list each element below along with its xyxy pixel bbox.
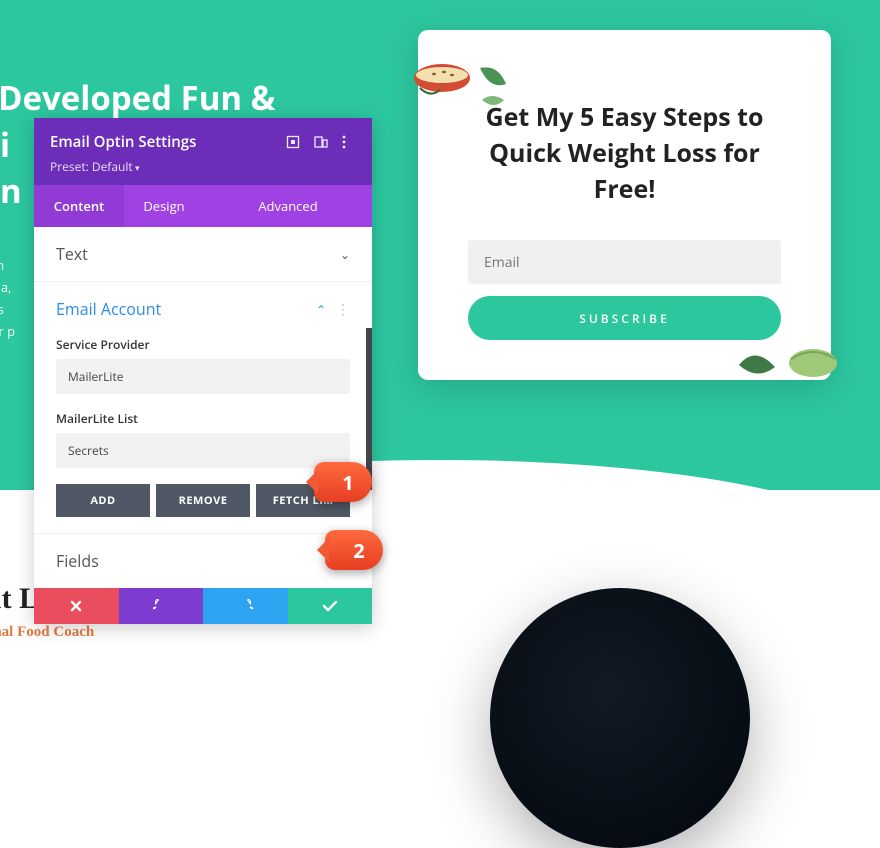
- chevron-up-icon: ⌃: [316, 301, 326, 318]
- panel-title: Email Optin Settings: [50, 132, 196, 152]
- tab-content[interactable]: Content: [34, 185, 124, 227]
- fruit-illustration-bottom-right: [729, 325, 839, 385]
- section-email-toggle[interactable]: Email Account ⌃ ⋮: [56, 298, 350, 320]
- hero-line1: e Developed Fun &: [0, 75, 275, 120]
- tab-design[interactable]: Design: [124, 185, 204, 227]
- section-fields-toggle[interactable]: Fields ⌄: [56, 550, 350, 572]
- chevron-down-icon: ⌄: [340, 246, 350, 263]
- annotation-badge-1: 1: [314, 462, 372, 502]
- optin-heading-l2: Quick Weight Loss for Free!: [489, 136, 760, 206]
- more-icon[interactable]: [342, 135, 356, 149]
- save-check-icon: [322, 600, 338, 612]
- panel-header[interactable]: Email Optin Settings Preset: Default: [34, 118, 372, 185]
- undo-button[interactable]: [119, 588, 204, 624]
- list-label: MailerLite List: [56, 410, 350, 427]
- optin-heading-l1: Get My 5 Easy Steps to: [485, 100, 763, 134]
- undo-icon: [153, 599, 169, 613]
- tab-advanced[interactable]: Advanced: [204, 185, 372, 227]
- panel-tabs: Content Design Advanced: [34, 185, 372, 227]
- section-email-title: Email Account: [56, 298, 161, 320]
- provider-select[interactable]: MailerLite: [56, 359, 350, 394]
- redo-button[interactable]: [203, 588, 288, 624]
- panel-body: Text ⌄ Email Account ⌃ ⋮ Service Provide…: [34, 227, 372, 588]
- panel-footer: [34, 588, 372, 624]
- annotation-badge-2: 2: [325, 530, 383, 570]
- list-select[interactable]: Secrets: [56, 433, 350, 468]
- add-button[interactable]: ADD: [56, 484, 150, 517]
- avatar-circle: [490, 588, 750, 848]
- focus-icon[interactable]: [286, 135, 300, 149]
- section-more-icon[interactable]: ⋮: [336, 300, 350, 319]
- hero-line3: lan: [0, 168, 22, 213]
- preset-dropdown[interactable]: Preset: Default: [50, 158, 356, 175]
- close-button[interactable]: [34, 588, 119, 624]
- about-subheading: ssional Food Coach: [0, 624, 123, 641]
- responsive-icon[interactable]: [314, 135, 328, 149]
- section-text-toggle[interactable]: Text ⌄: [56, 243, 350, 265]
- section-fields-title: Fields: [56, 550, 99, 572]
- remove-button[interactable]: REMOVE: [156, 484, 250, 517]
- section-text-title: Text: [56, 243, 88, 265]
- scrollbar[interactable]: [366, 328, 372, 490]
- fruit-illustration-top-left: [412, 60, 522, 120]
- section-text: Text ⌄: [34, 227, 372, 282]
- hero-line2: ali: [0, 122, 10, 167]
- close-icon: [69, 599, 83, 613]
- provider-label: Service Provider: [56, 336, 350, 353]
- optin-card: Get My 5 Easy Steps to Quick Weight Loss…: [418, 30, 831, 380]
- email-input[interactable]: [468, 240, 781, 284]
- save-button[interactable]: [288, 588, 373, 624]
- redo-icon: [237, 599, 253, 613]
